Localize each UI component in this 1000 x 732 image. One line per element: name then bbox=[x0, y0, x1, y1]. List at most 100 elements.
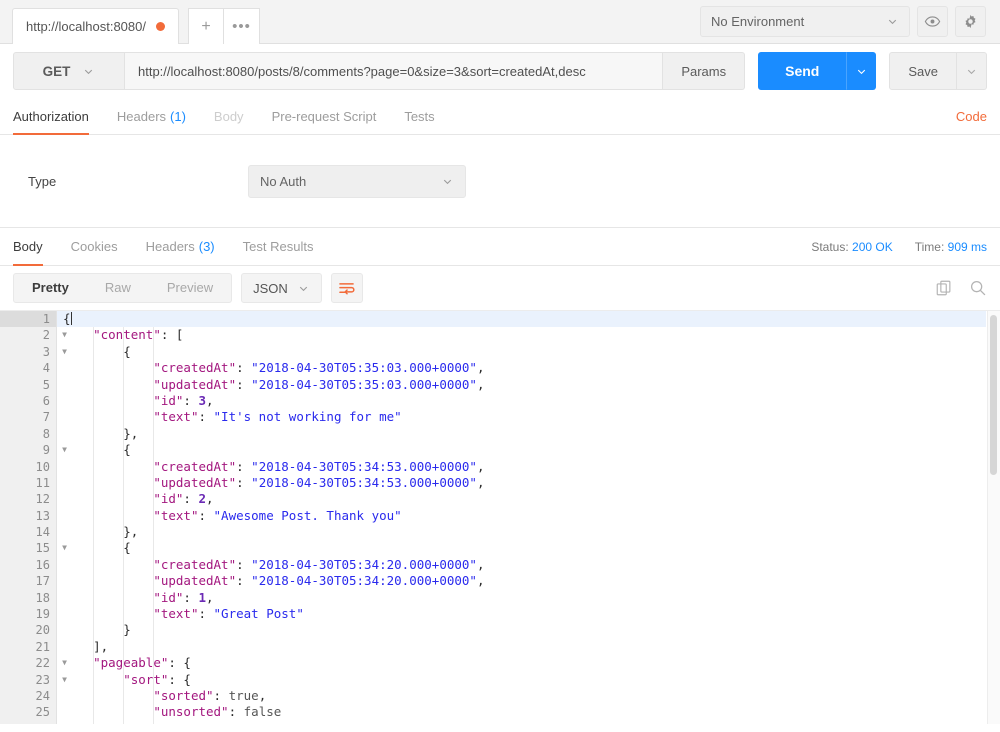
environment-selector[interactable]: No Environment bbox=[700, 6, 910, 37]
token-p: }, bbox=[123, 524, 139, 540]
tab-count: (3) bbox=[198, 239, 215, 254]
time-badge: Time: 909 ms bbox=[915, 240, 987, 254]
line-number: 20 bbox=[35, 623, 50, 638]
line-number: 15 ▼ bbox=[35, 541, 67, 556]
settings-button[interactable] bbox=[955, 6, 986, 37]
response-body-actions bbox=[935, 279, 987, 297]
token-p: , bbox=[476, 458, 485, 474]
token-p: : [ bbox=[160, 327, 184, 343]
token-s: "2018-04-30T05:35:03.000+0000" bbox=[251, 376, 477, 392]
tab-label: Headers bbox=[145, 239, 195, 254]
word-wrap-button[interactable] bbox=[330, 273, 363, 303]
tab-label: Body bbox=[213, 108, 244, 124]
token-p: { bbox=[123, 343, 131, 359]
environment-quick-look-button[interactable] bbox=[917, 6, 948, 37]
body-format-selector[interactable]: JSON bbox=[241, 273, 322, 303]
token-p: : bbox=[228, 704, 244, 720]
vertical-scrollbar-thumb[interactable] bbox=[990, 315, 997, 475]
token-p: : bbox=[236, 573, 252, 589]
view-mode-raw[interactable]: Raw bbox=[87, 274, 149, 302]
view-mode-pretty[interactable]: Pretty bbox=[14, 274, 87, 302]
status-badge: Status: 200 OK bbox=[811, 240, 892, 254]
save-button[interactable]: Save bbox=[889, 52, 957, 90]
code-line: "text": "Awesome Post. Thank you" bbox=[57, 508, 986, 524]
line-number: 19 bbox=[35, 607, 50, 622]
line-number: 8 bbox=[42, 426, 50, 441]
code-line: "updatedAt": "2018-04-30T05:35:03.000+00… bbox=[57, 377, 986, 393]
line-number: 22 ▼ bbox=[35, 656, 67, 671]
auth-type-selector[interactable]: No Auth bbox=[248, 164, 466, 198]
tab-options-button[interactable]: ••• bbox=[223, 8, 260, 44]
line-number: 16 bbox=[35, 557, 50, 572]
copy-icon[interactable] bbox=[935, 279, 953, 297]
token-p: : bbox=[236, 360, 252, 376]
token-p: , bbox=[476, 573, 485, 589]
text-cursor bbox=[70, 312, 72, 325]
params-button[interactable]: Params bbox=[663, 52, 746, 90]
request-url-input[interactable]: http://localhost:8080/posts/8/comments?p… bbox=[125, 52, 664, 90]
request-tab-pre-request-script[interactable]: Pre-request Script bbox=[258, 98, 391, 134]
unsaved-dot-icon[interactable] bbox=[155, 22, 165, 31]
line-number: 17 bbox=[35, 574, 50, 589]
code-line: "text": "It's not working for me" bbox=[57, 409, 986, 425]
send-options-button[interactable] bbox=[846, 52, 877, 90]
chevron-down-icon bbox=[82, 65, 95, 78]
response-body-viewer[interactable]: 1▼2▼3▼456789▼101112131415▼16171819202122… bbox=[0, 310, 1000, 724]
save-options-button[interactable] bbox=[957, 52, 987, 90]
request-tab-authorization[interactable]: Authorization bbox=[13, 98, 103, 135]
token-p: : bbox=[236, 474, 252, 490]
line-number: 25 bbox=[35, 705, 50, 720]
token-p: , bbox=[206, 392, 214, 408]
token-p: , bbox=[206, 491, 214, 507]
request-tab-body[interactable]: Body bbox=[200, 98, 258, 134]
request-tab-tests[interactable]: Tests bbox=[390, 98, 448, 134]
response-meta: Status: 200 OK Time: 909 ms bbox=[811, 228, 987, 265]
line-number: 9 ▼ bbox=[42, 443, 67, 458]
response-tab-cookies[interactable]: Cookies bbox=[57, 228, 132, 265]
save-button-group: Save bbox=[889, 52, 987, 90]
search-icon[interactable] bbox=[969, 279, 987, 297]
token-p: : bbox=[198, 507, 214, 523]
token-n: 3 bbox=[198, 392, 207, 408]
line-number: 2 ▼ bbox=[42, 328, 67, 343]
line-number: 1▼ bbox=[0, 311, 67, 328]
response-tab-body[interactable]: Body bbox=[13, 228, 57, 266]
request-tab-headers[interactable]: Headers (1) bbox=[103, 98, 200, 134]
http-method-selector[interactable]: GET bbox=[13, 52, 125, 90]
token-p: , bbox=[206, 589, 214, 605]
code-link[interactable]: Code bbox=[956, 98, 987, 134]
token-s: "2018-04-30T05:34:20.000+0000" bbox=[251, 573, 477, 589]
line-number: 4 bbox=[42, 361, 50, 376]
line-number: 12 bbox=[35, 492, 50, 507]
vertical-scrollbar-track[interactable] bbox=[987, 311, 1000, 724]
code-line: "updatedAt": "2018-04-30T05:34:53.000+00… bbox=[57, 475, 986, 491]
request-tab-bar: http://localhost:8080/ + ••• No Environm… bbox=[0, 0, 1000, 44]
token-p: } bbox=[123, 622, 131, 638]
token-k: "sorted" bbox=[153, 687, 214, 703]
token-k: "id" bbox=[153, 392, 184, 408]
request-tab[interactable]: http://localhost:8080/ bbox=[12, 8, 179, 44]
token-k: "id" bbox=[153, 589, 184, 605]
view-mode-preview[interactable]: Preview bbox=[149, 274, 231, 302]
token-k: "createdAt" bbox=[153, 360, 237, 376]
token-p: , bbox=[476, 556, 485, 572]
send-button-group: Send bbox=[758, 52, 877, 90]
token-p: , bbox=[476, 376, 485, 392]
http-method-value: GET bbox=[42, 63, 71, 79]
line-number: 7 bbox=[42, 410, 50, 425]
code-line: "unsorted": false bbox=[57, 704, 986, 720]
response-tab-test-results[interactable]: Test Results bbox=[229, 228, 328, 265]
tab-label: Body bbox=[13, 239, 43, 254]
time-value: 909 ms bbox=[947, 239, 987, 254]
code-line: "content": [ bbox=[57, 327, 986, 343]
response-body-toolbar: Pretty Raw Preview JSON bbox=[0, 266, 1000, 310]
response-tab-headers[interactable]: Headers (3) bbox=[132, 228, 229, 265]
new-tab-button[interactable]: + bbox=[187, 8, 224, 44]
send-button[interactable]: Send bbox=[758, 52, 847, 90]
authorization-panel: Type No Auth bbox=[0, 135, 1000, 228]
send-label: Send bbox=[785, 63, 820, 79]
line-number: 21 bbox=[35, 639, 50, 654]
code-line: "sort": { bbox=[57, 672, 986, 688]
code-line: "text": "Great Post" bbox=[57, 606, 986, 622]
token-p: , bbox=[476, 474, 485, 490]
